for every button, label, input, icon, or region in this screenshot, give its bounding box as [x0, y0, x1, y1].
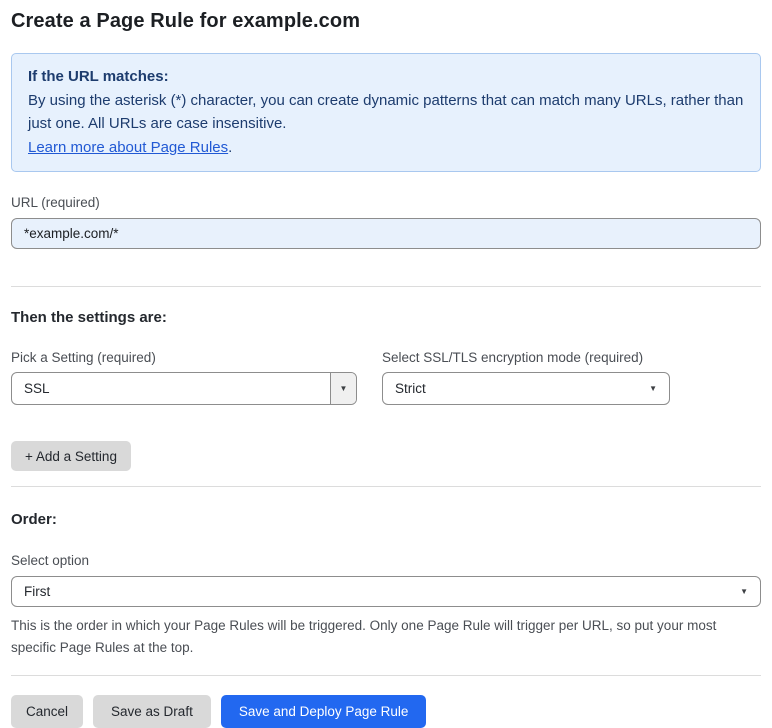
url-match-notice: If the URL matches: By using the asteris…	[11, 53, 761, 172]
url-input[interactable]	[11, 218, 761, 249]
learn-more-link[interactable]: Learn more about Page Rules	[28, 139, 228, 156]
ssl-mode-label: Select SSL/TLS encryption mode (required…	[382, 350, 644, 365]
setting-picker-value: SSL	[24, 381, 50, 396]
save-draft-button[interactable]: Save as Draft	[93, 695, 211, 728]
notice-body: By using the asterisk (*) character, you…	[28, 91, 744, 133]
order-select-label: Select option	[11, 553, 90, 568]
cancel-button[interactable]: Cancel	[11, 695, 84, 728]
section-divider	[11, 286, 761, 287]
page-title: Create a Page Rule for example.com	[11, 10, 361, 32]
setting-picker-select[interactable]: SSL ▼	[11, 372, 357, 405]
section-divider	[11, 486, 761, 487]
setting-picker-field: Pick a Setting (required) SSL ▼	[11, 350, 357, 405]
notice-link-row: Learn more about Page Rules.	[28, 136, 744, 160]
setting-picker-label: Pick a Setting (required)	[11, 350, 156, 365]
order-section-heading: Order:	[11, 511, 57, 528]
section-divider	[11, 675, 761, 676]
setting-picker-arrow-section[interactable]: ▼	[330, 373, 356, 404]
order-select[interactable]: First ▼	[11, 576, 761, 607]
order-help-text: This is the order in which your Page Rul…	[11, 618, 717, 655]
ssl-mode-select[interactable]: Strict ▼	[382, 372, 670, 405]
settings-row: Pick a Setting (required) SSL ▼ Select S…	[11, 350, 761, 405]
chevron-down-icon: ▼	[339, 383, 348, 393]
settings-section-heading: Then the settings are:	[11, 309, 167, 326]
notice-link-suffix: .	[228, 138, 233, 156]
add-setting-button[interactable]: + Add a Setting	[11, 441, 131, 471]
page-rule-form: Create a Page Rule for example.com If th…	[0, 0, 772, 728]
ssl-mode-field: Select SSL/TLS encryption mode (required…	[382, 350, 670, 405]
url-field-label: URL (required)	[11, 195, 100, 210]
ssl-mode-value: Strict	[395, 381, 426, 396]
notice-heading: If the URL matches:	[28, 68, 169, 85]
save-deploy-button[interactable]: Save and Deploy Page Rule	[220, 695, 427, 728]
footer-actions: Cancel Save as Draft Save and Deploy Pag…	[11, 695, 761, 728]
order-select-value: First	[24, 584, 51, 599]
chevron-down-icon: ▼	[740, 587, 748, 596]
chevron-down-icon: ▼	[649, 384, 657, 393]
